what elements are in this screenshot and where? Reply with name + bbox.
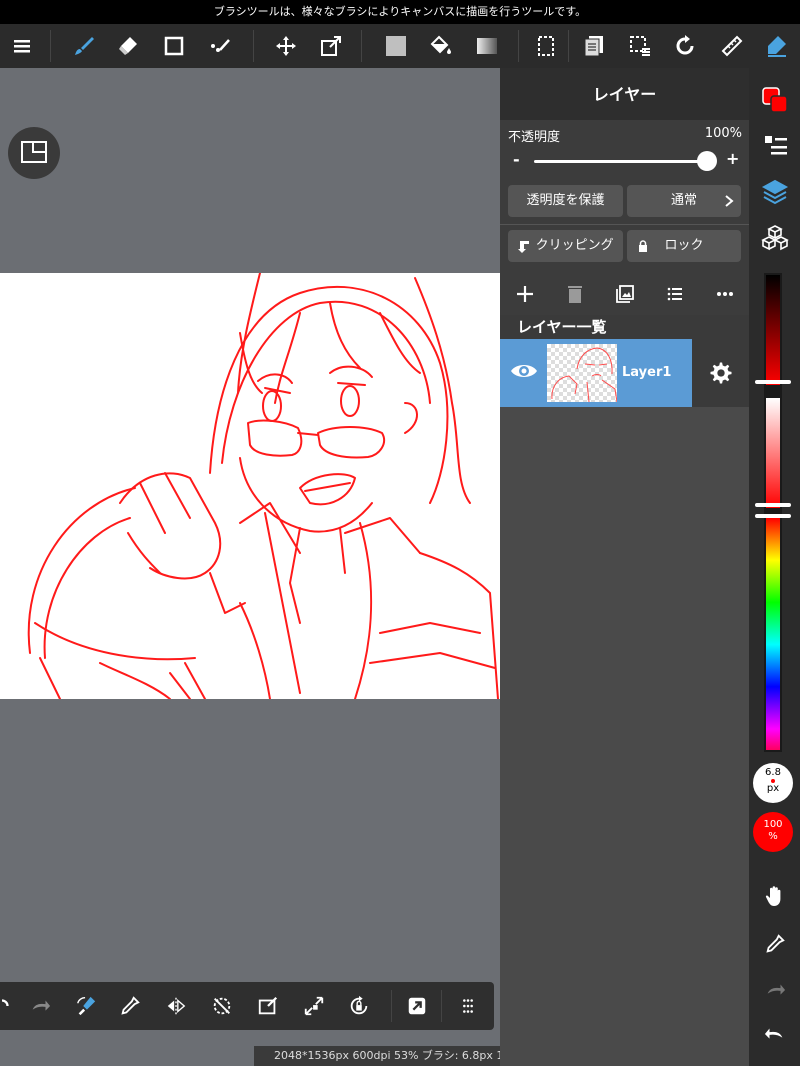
status-bar: 2048*1536px 600dpi 53% ブラシ: 6.8px 1 xyxy=(254,1046,500,1066)
top-toolbar xyxy=(0,24,800,68)
brightness-slider[interactable] xyxy=(766,275,780,385)
toolbar-divider xyxy=(50,30,51,62)
layer-actions xyxy=(500,271,749,315)
lock-label: ロック xyxy=(664,238,704,253)
transform-icon[interactable] xyxy=(315,30,347,62)
chevron-right-icon xyxy=(723,185,735,217)
opacity-minus-button[interactable]: - xyxy=(513,150,520,169)
eye-icon[interactable] xyxy=(510,361,538,385)
eyedropper-icon[interactable] xyxy=(759,928,791,960)
sketch-artwork xyxy=(27,273,499,699)
hand-icon[interactable] xyxy=(759,880,791,912)
toolbar-divider xyxy=(391,990,392,1022)
navigator-icon xyxy=(21,141,47,163)
panel-title: レイヤー xyxy=(500,68,749,120)
toolbar-divider xyxy=(361,30,362,62)
pen-icon[interactable] xyxy=(760,30,792,62)
rotate-lock-icon[interactable] xyxy=(343,990,375,1022)
move-icon[interactable] xyxy=(270,30,302,62)
tool-hint-bar: ブラシツールは、様々なブラシによりキャンバスに描画を行うツールです。 xyxy=(0,0,800,24)
eraser-icon[interactable] xyxy=(112,30,144,62)
toolbar-divider xyxy=(568,30,569,62)
brush-list-icon[interactable] xyxy=(759,130,791,162)
blend-mode-label: 通常 xyxy=(670,193,697,208)
redo-icon[interactable] xyxy=(24,990,56,1022)
layer-name: Layer1 xyxy=(622,365,672,380)
brush-icon[interactable] xyxy=(68,30,100,62)
clipping-label: クリッピング xyxy=(535,238,614,253)
clear-layer-icon[interactable] xyxy=(252,990,284,1022)
layer-list-header: レイヤー一覧 xyxy=(500,315,749,339)
brush-alpha-unit: % xyxy=(768,831,778,842)
gradation-icon[interactable] xyxy=(471,30,503,62)
flip-icon[interactable] xyxy=(160,990,192,1022)
opacity-plus-button[interactable]: + xyxy=(726,149,739,168)
dot-icon[interactable] xyxy=(204,30,236,62)
lock-icon xyxy=(637,230,649,262)
grid-menu-icon[interactable] xyxy=(452,990,484,1022)
ruler-icon[interactable] xyxy=(716,30,748,62)
clipping-arrow-icon xyxy=(518,240,530,253)
redo-icon[interactable] xyxy=(759,974,791,1006)
toolbar-divider xyxy=(518,30,519,62)
saturation-slider[interactable] xyxy=(766,398,780,508)
brush-alpha-value: 100 xyxy=(763,819,783,830)
navigator-button[interactable] xyxy=(8,127,60,179)
rectangle-icon[interactable] xyxy=(158,30,190,62)
brush-opacity-indicator[interactable]: 100 % xyxy=(753,812,793,852)
rotate-icon[interactable] xyxy=(669,30,701,62)
layer-copy-icon[interactable] xyxy=(578,30,610,62)
layer-row[interactable]: Layer1 xyxy=(500,339,692,407)
blend-mode-button[interactable]: 通常 xyxy=(627,185,741,217)
eyedropper-icon[interactable] xyxy=(114,990,146,1022)
toolbar-divider xyxy=(253,30,254,62)
color-swatch-icon[interactable] xyxy=(759,84,791,116)
undo-icon[interactable] xyxy=(759,1018,791,1050)
brush-size-unit: px xyxy=(766,783,780,794)
undo-icon[interactable] xyxy=(0,990,18,1022)
opacity-value: 100% xyxy=(704,126,742,141)
gear-icon xyxy=(709,362,732,384)
bucket-icon[interactable] xyxy=(425,30,457,62)
snap-off-icon[interactable] xyxy=(206,990,238,1022)
select-layer-icon[interactable] xyxy=(624,30,656,62)
bottom-toolbar xyxy=(0,982,494,1030)
materials-icon[interactable] xyxy=(759,222,791,254)
hue-slider[interactable] xyxy=(766,518,780,750)
fill-icon[interactable] xyxy=(380,30,412,62)
more-icon[interactable] xyxy=(712,281,738,307)
brush-size-indicator[interactable]: 6.8 px xyxy=(753,763,793,803)
toolbar-divider xyxy=(441,990,442,1022)
add-layer-icon[interactable] xyxy=(512,281,538,307)
drawing-canvas[interactable] xyxy=(0,273,500,699)
layer-thumbnail xyxy=(547,344,617,402)
brightness-handle[interactable] xyxy=(755,380,791,384)
select-icon[interactable] xyxy=(530,30,562,62)
layer-settings-button[interactable] xyxy=(692,339,749,407)
brush-switch-icon[interactable] xyxy=(70,990,102,1022)
resize-icon[interactable] xyxy=(298,990,330,1022)
saturation-handle[interactable] xyxy=(755,503,791,507)
opacity-slider-knob[interactable] xyxy=(697,151,717,171)
share-icon[interactable] xyxy=(401,990,433,1022)
image-layer-icon[interactable] xyxy=(612,281,638,307)
brush-size-value: 6.8 xyxy=(765,767,781,778)
layer-panel: レイヤー 不透明度 100% - + 透明度を保護 通常 クリッピング ロック xyxy=(500,68,749,1066)
opacity-slider[interactable] xyxy=(534,160,706,163)
list-icon[interactable] xyxy=(662,281,688,307)
opacity-label: 不透明度 xyxy=(508,130,561,145)
menu-icon[interactable] xyxy=(6,30,38,62)
trash-icon[interactable] xyxy=(562,281,588,307)
clipping-button[interactable]: クリッピング xyxy=(508,230,623,262)
protect-alpha-button[interactable]: 透明度を保護 xyxy=(508,185,623,217)
layers-icon[interactable] xyxy=(759,176,791,208)
right-sidebar: 6.8 px 100 % xyxy=(749,68,800,1066)
lock-button[interactable]: ロック xyxy=(627,230,741,262)
